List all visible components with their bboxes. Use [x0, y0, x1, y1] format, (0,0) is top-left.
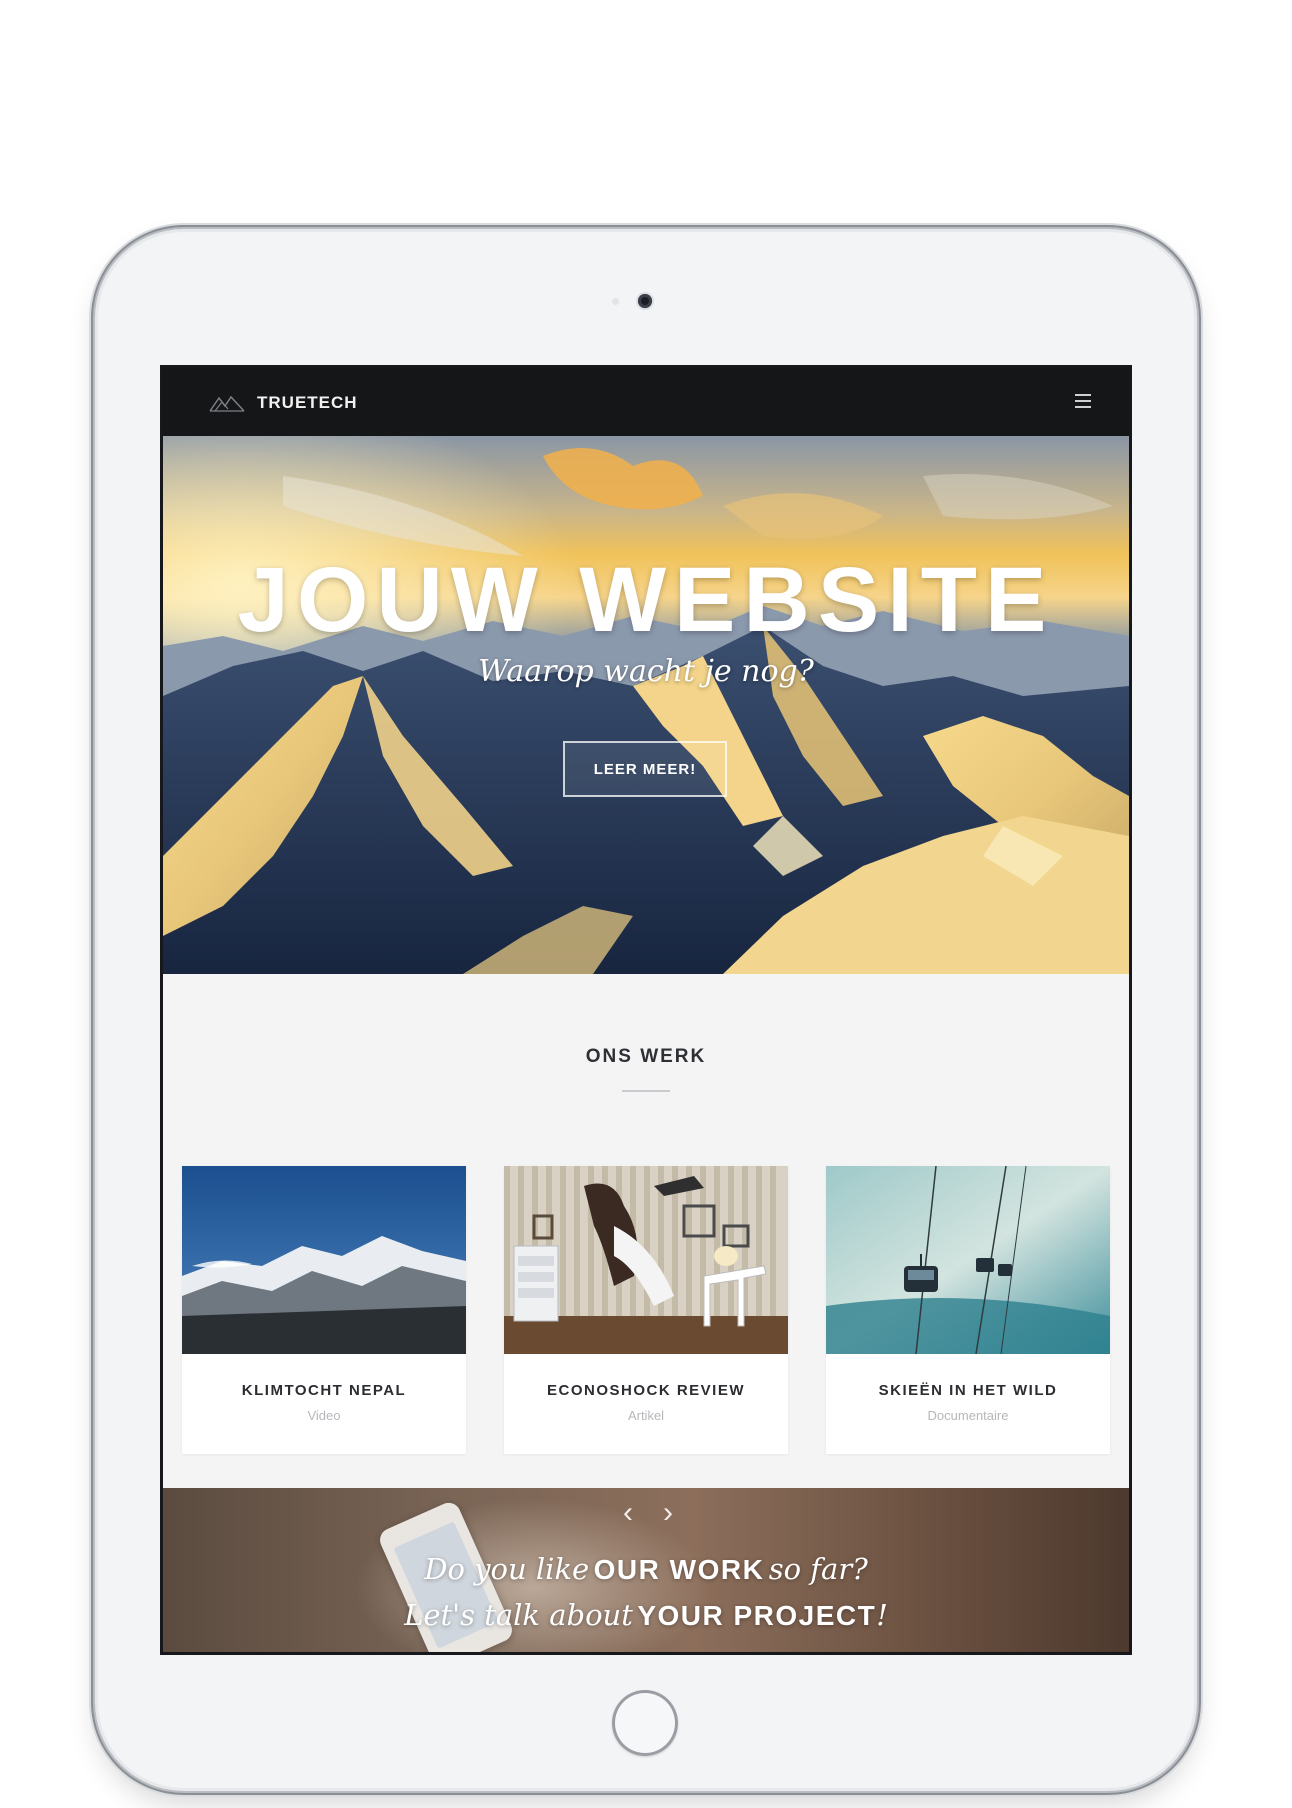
chevron-right-icon[interactable]: ›	[653, 1498, 683, 1528]
hero-banner: JOUW WEBSITE Waarop wacht je nog? LEER M…	[163, 436, 1129, 974]
portfolio-card-klimtocht[interactable]: KLIMTOCHT NEPAL Video	[182, 1166, 466, 1454]
cta-line-1-intro: Do you like	[424, 1552, 590, 1586]
card-title: SKIEËN IN HET WILD	[878, 1382, 1058, 1399]
floating-room-image	[504, 1166, 788, 1354]
cta-line-1-outro: so far?	[768, 1552, 868, 1586]
card-thumbnail	[504, 1166, 788, 1354]
card-category: Video	[307, 1408, 341, 1423]
tablet-screen: TRUETECH JOUW WEBSITE Waarop wacht je no…	[163, 368, 1129, 1652]
ski-lift-image	[826, 1166, 1110, 1354]
cta-line-2-intro: Let's talk about	[404, 1598, 633, 1632]
card-thumbnail	[826, 1166, 1110, 1354]
portfolio-card-econoshock[interactable]: ECONOSHOCK REVIEW Artikel	[504, 1166, 788, 1454]
navbar: TRUETECH	[163, 368, 1129, 436]
learn-more-button[interactable]: LEER MEER!	[563, 741, 727, 797]
card-category: Documentaire	[927, 1408, 1009, 1423]
home-button[interactable]	[612, 1690, 678, 1756]
cta-line-2: Let's talk about YOUR PROJECT!	[163, 1598, 1129, 1632]
cta-line-2-outro: !	[876, 1598, 888, 1632]
cta-line-1-highlight: OUR WORK	[593, 1554, 765, 1585]
section-divider	[622, 1090, 670, 1092]
mountain-landscape-image	[163, 436, 1129, 974]
card-title: ECONOSHOCK REVIEW	[546, 1382, 745, 1399]
chevron-left-icon[interactable]: ‹	[613, 1498, 643, 1528]
brand-name[interactable]: TRUETECH	[257, 393, 358, 413]
cta-line-1: Do you like OUR WORK so far?	[163, 1552, 1129, 1586]
front-camera	[638, 294, 652, 308]
hero-subtitle: Waarop wacht je nog?	[478, 654, 814, 689]
hero-title: JOUW WEBSITE	[237, 549, 1055, 651]
light-sensor	[612, 298, 619, 305]
card-thumbnail	[182, 1166, 466, 1354]
card-category: Artikel	[627, 1408, 665, 1423]
cta-line-2-highlight: YOUR PROJECT	[637, 1600, 877, 1631]
mountain-logo-icon[interactable]	[209, 394, 245, 412]
section-title: ONS WERK	[585, 1046, 707, 1067]
card-title: KLIMTOCHT NEPAL	[241, 1382, 407, 1399]
snowy-mountain-image	[182, 1166, 466, 1354]
hamburger-menu-icon[interactable]	[1075, 394, 1091, 408]
portfolio-card-skieen[interactable]: SKIEËN IN HET WILD Documentaire	[826, 1166, 1110, 1454]
contact-cta-banner: ‹ › Do you like OUR WORK so far? Let's t…	[163, 1488, 1129, 1652]
